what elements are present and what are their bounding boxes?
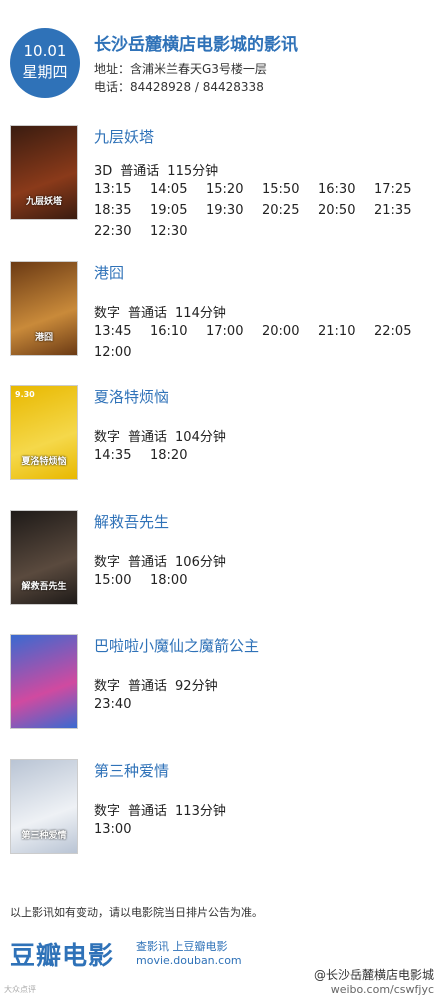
cinema-title: 长沙岳麓横店电影城的影讯 <box>94 35 298 55</box>
movie-language: 普通话 <box>128 804 168 819</box>
showtime-list: 23:40 <box>94 693 434 714</box>
douban-url-link[interactable]: movie.douban.com <box>136 954 242 967</box>
movie-poster[interactable]: 9.30 夏洛特烦恼 <box>10 385 78 480</box>
movie-title[interactable]: 港囧 <box>94 262 124 283</box>
showtime[interactable]: 20:00 <box>262 323 318 341</box>
movie-language: 普通话 <box>128 679 168 694</box>
movie-format: 数字 <box>94 430 121 445</box>
showtime[interactable]: 12:30 <box>150 223 206 241</box>
showtime[interactable]: 19:30 <box>206 202 262 220</box>
showtime[interactable]: 22:05 <box>374 323 430 341</box>
movie-duration: 115分钟 <box>167 164 219 179</box>
movie-meta: 数字 普通话 113分钟 <box>94 800 234 819</box>
poster-artwork <box>11 635 77 728</box>
movie-format: 数字 <box>94 555 121 570</box>
movie-meta: 数字 普通话 106分钟 <box>94 551 234 570</box>
showtime-list: 13:15 14:05 15:20 15:50 16:30 17:25 18:35 19:05… <box>94 178 434 241</box>
showtime[interactable]: 21:10 <box>318 323 374 341</box>
showtime-list: 13:00 <box>94 818 434 839</box>
showtime[interactable]: 19:05 <box>150 202 206 220</box>
douban-movie-logo[interactable]: 豆瓣电影 <box>10 936 114 972</box>
showtime[interactable]: 13:15 <box>94 181 150 199</box>
showtime[interactable]: 20:50 <box>318 202 374 220</box>
movie-poster[interactable]: 第三种爱情 <box>10 759 78 854</box>
cinema-phone: 电话：84428928 / 84428338 <box>94 80 264 94</box>
movie-format: 数字 <box>94 306 121 321</box>
showtime[interactable]: 23:40 <box>94 696 150 714</box>
movie-format: 数字 <box>94 804 121 819</box>
watermark-handle: @长沙岳麓横店电影城 <box>313 968 434 982</box>
movie-item[interactable]: 港囧 港囧 数字 普通话 114分钟 13:45 16:10 17:00 20:00 21:10 2… <box>0 258 440 378</box>
poster-title: 解救吾先生 <box>21 582 67 592</box>
showtime[interactable]: 13:00 <box>94 821 150 839</box>
showtime[interactable]: 20:25 <box>262 202 318 220</box>
disclaimer-note: 以上影讯如有变动，请以电影院当日排片公告为准。 <box>10 906 263 919</box>
movie-format: 3D <box>94 164 113 179</box>
poster-title: 夏洛特烦恼 <box>21 457 67 467</box>
douban-slogan: 查影讯 上豆瓣电影 <box>136 940 228 953</box>
showtime[interactable]: 14:35 <box>94 447 150 465</box>
movie-poster[interactable] <box>10 634 78 729</box>
showtime[interactable]: 14:05 <box>150 181 206 199</box>
showtime[interactable]: 18:20 <box>150 447 206 465</box>
movie-title[interactable]: 解救吾先生 <box>94 511 169 532</box>
movie-language: 普通话 <box>120 164 160 179</box>
movie-poster[interactable]: 港囧 <box>10 261 78 356</box>
movie-item[interactable]: 9.30 夏洛特烦恼 夏洛特烦恼 数字 普通话 104分钟 14:35 18:20 <box>0 382 440 502</box>
movie-title[interactable]: 巴啦啦小魔仙之魔箭公主 <box>94 635 259 656</box>
weekday-text: 星期四 <box>22 63 68 81</box>
showtime[interactable]: 22:30 <box>94 223 150 241</box>
movie-title[interactable]: 夏洛特烦恼 <box>94 386 169 407</box>
showtime[interactable]: 17:25 <box>374 181 430 199</box>
movie-duration: 106分钟 <box>175 555 226 570</box>
movie-item[interactable]: 解救吾先生 解救吾先生 数字 普通话 106分钟 15:00 18:00 <box>0 507 440 627</box>
movie-item[interactable]: 巴啦啦小魔仙之魔箭公主数字 普通话 92分钟 23:40 <box>0 631 440 751</box>
showtime-list: 13:45 16:10 17:00 20:00 21:10 22:05 12:00 <box>94 320 434 362</box>
date-badge: 10.01 星期四 <box>10 28 80 98</box>
showtime[interactable]: 15:50 <box>262 181 318 199</box>
poster-title: 九层妖塔 <box>25 197 62 207</box>
date-text: 10.01 <box>23 42 67 60</box>
movie-title[interactable]: 第三种爱情 <box>94 760 169 781</box>
movie-item[interactable]: 第三种爱情 第三种爱情 数字 普通话 113分钟 13:00 <box>0 756 440 876</box>
poster-date: 9.30 <box>15 390 35 399</box>
movie-meta: 数字 普通话 114分钟 <box>94 302 234 321</box>
movie-meta: 数字 普通话 104分钟 <box>94 426 234 445</box>
poster-title: 第三种爱情 <box>21 831 67 841</box>
showtime[interactable]: 12:00 <box>94 344 150 362</box>
movie-duration: 104分钟 <box>175 430 226 445</box>
showtime[interactable]: 17:00 <box>206 323 262 341</box>
weibo-watermark: @长沙岳麓横店电影城 weibo.com/cswfjyc <box>314 966 434 996</box>
watermark-url: weibo.com/cswfjyc <box>330 983 434 996</box>
movie-meta: 数字 普通话 92分钟 <box>94 675 226 694</box>
movie-item[interactable]: 九层妖塔 九层妖塔 3D 普通话 115分钟 13:15 14:05 15:20 15:50 16… <box>0 122 440 242</box>
movie-poster[interactable]: 解救吾先生 <box>10 510 78 605</box>
showtime[interactable]: 16:10 <box>150 323 206 341</box>
showtime[interactable]: 18:35 <box>94 202 150 220</box>
movie-language: 普通话 <box>128 430 168 445</box>
showtime[interactable]: 21:35 <box>374 202 430 220</box>
showtime[interactable]: 18:00 <box>150 572 206 590</box>
schedule-header: 10.01 星期四 长沙岳麓横店电影城的影讯 地址：含浦米兰春天G3号楼一层 电… <box>0 0 440 110</box>
poster-title: 港囧 <box>34 333 53 343</box>
movie-title[interactable]: 九层妖塔 <box>94 126 154 147</box>
corner-watermark: 大众点评 <box>4 985 36 994</box>
showtime-list: 15:00 18:00 <box>94 569 434 590</box>
showtime[interactable]: 15:20 <box>206 181 262 199</box>
movie-language: 普通话 <box>128 306 168 321</box>
movie-format: 数字 <box>94 679 121 694</box>
showtime-list: 14:35 18:20 <box>94 444 434 465</box>
movie-duration: 92分钟 <box>175 679 218 694</box>
showtime[interactable]: 15:00 <box>94 572 150 590</box>
movie-meta: 3D 普通话 115分钟 <box>94 160 226 179</box>
movie-duration: 114分钟 <box>175 306 226 321</box>
showtime[interactable]: 16:30 <box>318 181 374 199</box>
movie-language: 普通话 <box>128 555 168 570</box>
movie-poster[interactable]: 九层妖塔 <box>10 125 78 220</box>
movie-duration: 113分钟 <box>175 804 226 819</box>
cinema-address: 地址：含浦米兰春天G3号楼一层 <box>94 62 267 76</box>
showtime[interactable]: 13:45 <box>94 323 150 341</box>
